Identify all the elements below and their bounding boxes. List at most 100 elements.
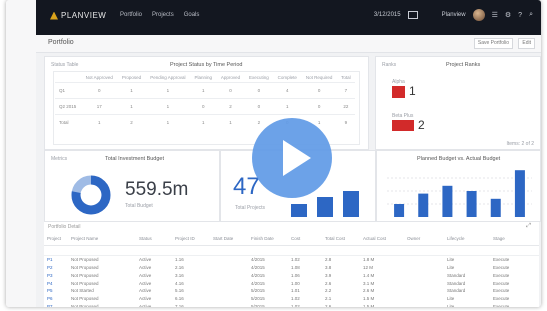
table-cell[interactable]: 0 <box>190 98 217 115</box>
table-cell[interactable]: 22 <box>336 98 355 115</box>
table-row[interactable]: P1 Not Proposed Active 1.16 4/2015 1.02 2.8 1.8… <box>44 255 539 263</box>
table-cell: Active <box>139 296 152 302</box>
column-header[interactable]: Cost <box>288 234 322 246</box>
table-cell[interactable]: 1 <box>190 114 217 130</box>
table-cell: Standard <box>447 288 466 294</box>
table-cell[interactable]: 4 <box>273 82 302 99</box>
count-bar[interactable] <box>317 197 333 217</box>
project-link[interactable]: P5 <box>44 287 68 295</box>
table-cell[interactable]: 1 <box>145 98 191 115</box>
filter-cell[interactable] <box>136 245 172 256</box>
filter-cell[interactable] <box>288 245 322 256</box>
table-cell[interactable]: 1 <box>145 82 191 99</box>
kpi-panel: Metrics Total Investment Budget 559.5m T… <box>44 150 220 222</box>
table-cell[interactable]: 1 <box>190 82 217 99</box>
filter-cell[interactable] <box>248 245 288 256</box>
table-cell[interactable]: 7 <box>336 82 355 99</box>
table-row[interactable]: P2 Not Proposed Active 2.16 4/2015 1.08 3.8 12 … <box>44 264 539 272</box>
table-cell[interactable]: 0 <box>244 82 274 99</box>
table-cell <box>404 255 444 263</box>
table-cell[interactable]: 17 <box>81 98 118 115</box>
save-portfolio-button[interactable]: Save Portfolio <box>473 38 513 49</box>
table-row[interactable]: P3 Not Proposed Active 3.16 4/2015 1.06 3.9 1.4… <box>44 271 539 279</box>
table-cell[interactable]: 0 <box>81 82 118 99</box>
table-cell[interactable]: 1 <box>117 98 146 115</box>
table-cell[interactable]: 1 <box>81 114 118 130</box>
column-header[interactable]: Stage <box>490 234 539 246</box>
filter-cell[interactable] <box>322 245 360 256</box>
table-cell[interactable]: 0 <box>301 82 337 99</box>
table-cell[interactable]: 1 <box>145 114 191 130</box>
help-icon[interactable]: ? <box>518 12 522 19</box>
column-header[interactable]: Project Name <box>68 234 136 246</box>
table-cell[interactable]: 2 <box>117 114 146 130</box>
filter-cell[interactable] <box>360 245 404 256</box>
nav-link-goals[interactable]: Goals <box>184 12 200 18</box>
column-header[interactable]: Project ID <box>172 234 210 246</box>
table-row[interactable]: P7 Not Proposed Active 7.16 5/2015 1.02 2.6 1.5… <box>44 302 539 307</box>
project-link[interactable]: P6 <box>44 295 68 303</box>
table-row[interactable]: P5 Not Started Active 5.16 5/2015 1.01 2.2 2.6 … <box>44 287 539 295</box>
table-cell[interactable]: 0 <box>301 98 337 115</box>
top-nav-bar: PLANVIEW Portfolio Projects Goals 3/12/2… <box>36 0 541 35</box>
rank-item-label: Beta Plus <box>392 113 414 119</box>
count-bar[interactable] <box>291 204 307 217</box>
filter-row[interactable] <box>44 245 539 256</box>
column-header[interactable]: Lifecycle <box>444 234 490 246</box>
project-link[interactable]: P3 <box>44 271 68 279</box>
table-row[interactable]: P4 Not Proposed Active 4.16 4/2015 1.00 2.6 3.1… <box>44 279 539 287</box>
table-cell[interactable]: 2 <box>216 98 245 115</box>
project-link[interactable]: P1 <box>44 255 68 263</box>
settings-icon[interactable]: ⚙ <box>505 11 511 19</box>
count-bar[interactable] <box>343 191 359 217</box>
play-button[interactable] <box>252 118 332 198</box>
filter-cell[interactable] <box>68 245 136 256</box>
brand-logo[interactable]: PLANVIEW <box>50 11 106 20</box>
search-icon[interactable]: ⌕ <box>529 11 533 19</box>
table-cell[interactable]: 1 <box>216 114 245 130</box>
column-header[interactable]: Total Cost <box>322 234 360 246</box>
filter-cell[interactable] <box>172 245 210 256</box>
chart-bar[interactable] <box>442 185 453 217</box>
filter-cell[interactable] <box>404 245 444 256</box>
column-header[interactable]: Start Date <box>210 234 248 246</box>
chart-bar[interactable] <box>418 193 429 217</box>
project-link[interactable]: P7 <box>44 302 68 307</box>
column-header[interactable]: Status <box>136 234 172 246</box>
table-cell: 2.6 <box>325 280 332 286</box>
table-cell[interactable]: 1 <box>273 98 302 115</box>
column-header[interactable]: Actual Cost <box>360 234 404 246</box>
edit-button[interactable]: Edit <box>518 38 535 49</box>
table-cell[interactable]: 9 <box>336 114 355 130</box>
chart-bar[interactable] <box>490 198 501 217</box>
calendar-icon[interactable] <box>407 11 418 19</box>
table-cell[interactable]: 0 <box>244 98 274 115</box>
project-link[interactable]: P4 <box>44 279 68 287</box>
filter-cell[interactable] <box>44 245 68 256</box>
table-cell[interactable]: 0 <box>216 82 245 99</box>
expand-icon[interactable]: ⤢ <box>526 223 531 230</box>
chart-bar[interactable] <box>394 204 405 217</box>
column-header[interactable]: Project <box>44 234 68 246</box>
chart-bar[interactable] <box>514 170 525 217</box>
table-row[interactable]: P6 Not Proposed Active 6.16 5/2015 1.02 2.1 1.5… <box>44 295 539 303</box>
chart-bar[interactable] <box>466 191 477 217</box>
table-cell[interactable]: 1 <box>117 82 146 99</box>
col-header: Total <box>341 75 351 80</box>
filter-cell[interactable] <box>490 245 539 256</box>
avatar[interactable] <box>472 9 485 21</box>
table-cell: Not Proposed <box>71 280 99 286</box>
column-header[interactable]: Owner <box>404 234 444 246</box>
filter-cell[interactable] <box>444 245 490 256</box>
filter-cell[interactable] <box>210 245 248 256</box>
main-nav: Portfolio Projects Goals <box>120 12 199 18</box>
table-cell: 5.16 <box>175 288 184 294</box>
table-cell: Not Proposed <box>71 264 99 270</box>
panel-title: Project Status by Time Period <box>170 62 243 68</box>
column-header[interactable]: Finish Date <box>248 234 288 246</box>
table-cell: 1.5 M <box>363 303 375 307</box>
nav-link-portfolio[interactable]: Portfolio <box>120 12 142 18</box>
menu-icon[interactable]: ☰ <box>492 11 498 19</box>
project-link[interactable]: P2 <box>44 264 68 272</box>
nav-link-projects[interactable]: Projects <box>152 12 174 18</box>
